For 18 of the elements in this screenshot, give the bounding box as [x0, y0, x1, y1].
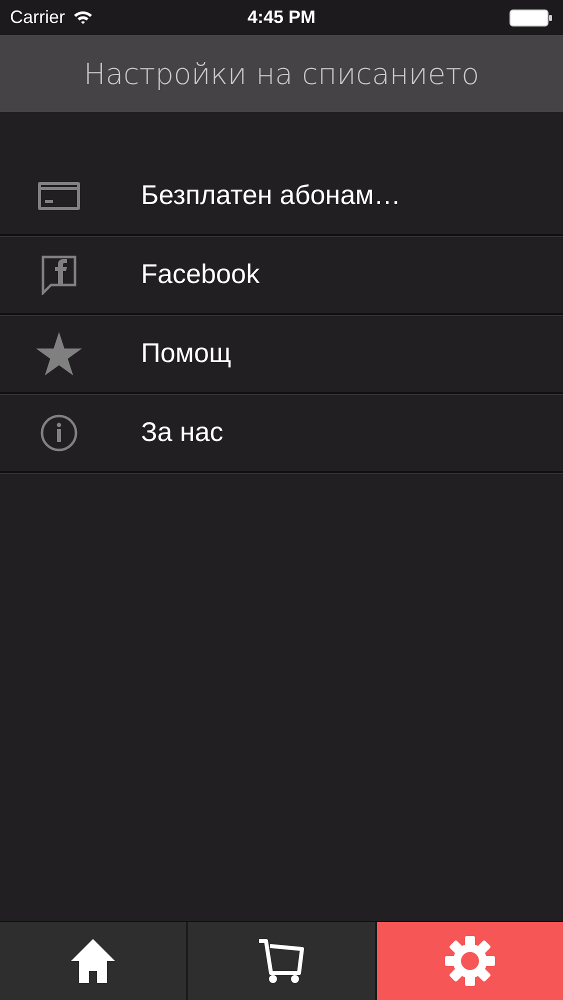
- wifi-icon: [73, 10, 94, 25]
- nav-title: Настройки на списанието: [84, 56, 480, 90]
- battery-icon: [509, 8, 553, 26]
- info-icon: [40, 414, 78, 452]
- tab-button[interactable]: [188, 922, 377, 1000]
- menu-item[interactable]: Facebook: [0, 236, 563, 315]
- menu-item[interactable]: Безплатен абонам…: [0, 157, 563, 236]
- cart-icon: [257, 937, 306, 985]
- facebook-icon: [40, 254, 76, 294]
- menu-item[interactable]: Помощ: [0, 315, 563, 394]
- card-icon: [38, 182, 80, 210]
- status-time: 4:45 PM: [247, 7, 316, 28]
- gear-icon: [444, 936, 495, 986]
- tab-button[interactable]: [0, 922, 188, 1000]
- home-icon: [69, 937, 118, 985]
- carrier-label: Carrier: [10, 7, 66, 28]
- star-icon: [36, 332, 82, 376]
- menu-item[interactable]: За нас: [0, 394, 563, 473]
